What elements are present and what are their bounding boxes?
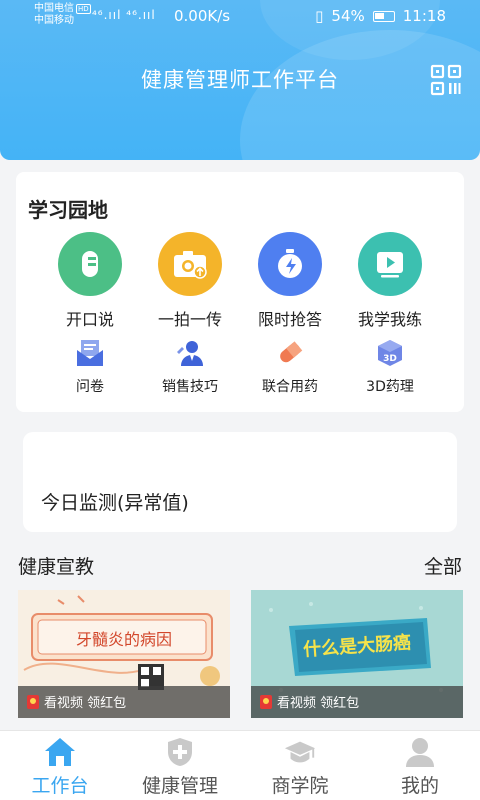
tab-label: 健康管理 [141, 775, 218, 797]
microphone-icon [58, 232, 122, 296]
network-speed: 0.00K/s [174, 7, 231, 25]
carrier-2: 中国移动 [34, 15, 74, 26]
svg-text:3D: 3D [383, 354, 397, 364]
questionnaire-icon [75, 338, 105, 368]
bottom-tab-bar: 工作台 健康管理 商学院 我的 [0, 730, 480, 800]
hd-badge: HD [76, 4, 91, 14]
stopwatch-icon [258, 232, 322, 296]
study-item-questionnaire[interactable]: 问卷 [40, 338, 140, 396]
capsule-icon [275, 338, 305, 368]
red-envelope-icon [27, 694, 39, 709]
study-item-label: 3D药理 [366, 379, 414, 395]
tab-label: 商学院 [271, 775, 329, 797]
vibrate-icon: ▯ [315, 7, 324, 25]
study-item-photo-upload[interactable]: 一拍一传 [140, 232, 240, 330]
study-item-speak[interactable]: 开口说 [40, 232, 140, 330]
tab-workbench[interactable]: 工作台 [0, 731, 120, 800]
study-item-3d-pharmacology[interactable]: 3D 3D药理 [340, 338, 440, 396]
video-card-2[interactable]: 什么是大肠癌 看视频 领红包 [251, 590, 463, 720]
study-item-label: 开口说 [65, 310, 114, 329]
camera-upload-icon [158, 232, 222, 296]
3d-cube-icon: 3D [375, 338, 405, 368]
study-item-label: 联合用药 [262, 379, 318, 395]
study-item-label: 一拍一传 [157, 310, 222, 329]
study-item-label: 限时抢答 [257, 310, 322, 329]
study-item-sales-skills[interactable]: 销售技巧 [140, 338, 240, 396]
tab-business-school[interactable]: 商学院 [240, 731, 360, 800]
status-right: ▯ 54% 11:18 [315, 7, 446, 25]
monitor-card[interactable]: 今日监测(异常值) [23, 432, 457, 532]
reward-badge-label: 看视频 领红包 [44, 696, 127, 711]
reward-badge-label: 看视频 领红包 [277, 696, 360, 711]
tab-mine[interactable]: 我的 [360, 731, 480, 800]
study-item-label: 销售技巧 [162, 379, 218, 395]
view-all-link[interactable]: 全部 [424, 552, 462, 579]
clock: 11:18 [402, 7, 446, 25]
graduation-cap-icon [283, 735, 317, 769]
page-title: 健康管理师工作平台 [141, 68, 339, 92]
study-big-icons: 开口说 一拍一传 限时抢答 我学我练 [16, 232, 464, 332]
carrier-1: 中国电信 [34, 3, 74, 14]
video-card-1[interactable]: 牙髓炎的病因 看视频 领红包 [18, 590, 230, 720]
study-item-practice[interactable]: 我学我练 [340, 232, 440, 330]
status-bar: 中国电信 HD 中国移动 ⁴⁶.ııl ⁴⁶.ııl 0.00K/s ▯ 54% … [0, 0, 480, 34]
study-item-label: 我学我练 [357, 310, 422, 329]
red-envelope-icon [260, 694, 272, 709]
study-item-combined-medication[interactable]: 联合用药 [240, 338, 340, 396]
sales-person-icon [175, 338, 205, 368]
user-icon [403, 735, 437, 769]
qr-code-icon[interactable] [430, 64, 462, 96]
battery-percent: 54% [331, 7, 365, 25]
reward-badge: 看视频 领红包 [26, 692, 126, 711]
study-title: 学习园地 [28, 198, 108, 222]
header: 中国电信 HD 中国移动 ⁴⁶.ııl ⁴⁶.ııl 0.00K/s ▯ 54% … [0, 0, 480, 160]
monitor-title: 今日监测(异常值) [41, 492, 189, 514]
video-badge-bar: 看视频 领红包 [18, 686, 230, 718]
video-thumb-text: 牙髓炎的病因 [75, 630, 172, 649]
education-title: 健康宣教 [18, 556, 95, 578]
signal-icon: ⁴⁶.ııl ⁴⁶.ııl [92, 8, 156, 22]
video-badge-bar: 看视频 领红包 [251, 686, 463, 718]
shield-plus-icon [163, 735, 197, 769]
tab-label: 工作台 [31, 775, 89, 797]
video-play-icon [358, 232, 422, 296]
study-small-icons: 问卷 销售技巧 联合用药 3D 3D药理 [16, 338, 464, 398]
study-item-quiz[interactable]: 限时抢答 [240, 232, 340, 330]
study-item-label: 问卷 [76, 379, 104, 395]
carrier-info: 中国电信 HD 中国移动 [34, 3, 91, 27]
study-card: 学习园地 开口说 一拍一传 限时抢答 我学我练 问卷 销售技巧 联合用药 3D … [16, 172, 464, 412]
reward-badge: 看视频 领红包 [259, 692, 359, 711]
tab-health-management[interactable]: 健康管理 [120, 731, 240, 800]
battery-icon [372, 10, 395, 22]
home-icon [43, 735, 77, 769]
tab-label: 我的 [400, 775, 439, 797]
